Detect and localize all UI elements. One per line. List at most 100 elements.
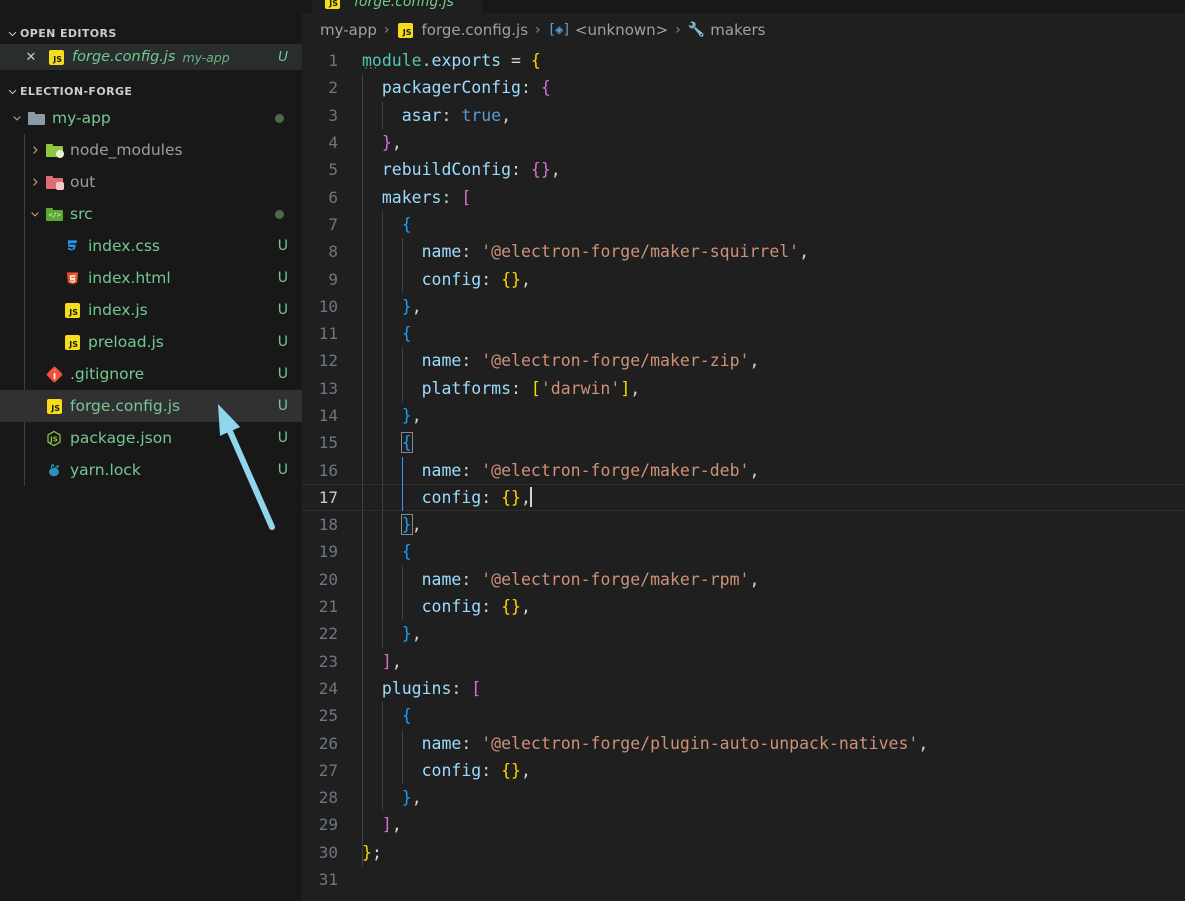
tree-item-gitignore[interactable]: .gitignore U [0,358,302,390]
line-number: 15 [318,433,338,453]
code-editor-content[interactable]: 1 module.exports = {2 packagerConfig: {3 … [302,47,1185,894]
code-token: : [461,733,482,753]
code-token: : [461,569,482,589]
chevron-down-icon[interactable] [8,112,26,124]
breadcrumb-label: makers [710,21,766,39]
tree-item-preload-js[interactable]: JS preload.js U [0,326,302,358]
tree-item-package-json[interactable]: JS package.json U [0,422,302,454]
tree-item-label: index.js [88,301,148,319]
code-line[interactable]: 8 name: '@electron-forge/maker-squirrel'… [302,238,1185,265]
code-line[interactable]: 18 }, [302,511,1185,538]
code-line-text: }; [360,843,382,862]
code-line[interactable]: 5 rebuildConfig: {}, [302,156,1185,183]
code-line[interactable]: 14 }, [302,402,1185,429]
code-line-text: { [360,215,412,234]
code-line[interactable]: 12 name: '@electron-forge/maker-zip', [302,347,1185,374]
tree-item-out[interactable]: out [0,166,302,198]
code-line[interactable]: 21 config: {}, [302,593,1185,620]
code-token: , [520,597,531,617]
code-line[interactable]: 20 name: '@electron-forge/maker-rpm', [302,566,1185,593]
breadcrumb-item-makers[interactable]: 🔧 makers [688,21,766,39]
code-line[interactable]: 13 platforms: ['darwin'], [302,375,1185,402]
breadcrumb-item-file[interactable]: JS forge.config.js [396,21,528,39]
chevron-right-icon[interactable] [26,176,44,188]
code-line-text: config: {}, [360,487,532,508]
code-line[interactable]: 3 asar: true, [302,102,1185,129]
editor-tab-forge-config[interactable]: JS forge.config.js [312,0,482,13]
vscode-window: OPEN EDITORS ✕ JS forge.config.js my-app… [0,0,1185,901]
breadcrumb-item-unknown[interactable]: [◈] <unknown> [548,21,669,39]
code-line[interactable]: 27 config: {}, [302,757,1185,784]
tree-item-index-css[interactable]: index.css U [0,230,302,262]
chevron-right-icon[interactable] [26,144,44,156]
code-token: { [540,78,551,98]
code-token: config [421,597,482,617]
tree-item-index-js[interactable]: JS index.js U [0,294,302,326]
tree-item-node-modules[interactable]: node_modules [0,134,302,166]
close-icon[interactable]: ✕ [22,48,40,66]
code-line[interactable]: 22 }, [302,620,1185,647]
chevron-down-icon[interactable] [26,208,44,220]
line-number: 23 [318,651,338,671]
code-token: : [481,760,502,780]
chevron-down-icon [4,83,20,99]
git-status-badge: U [277,366,288,382]
open-editors-section-header[interactable]: OPEN EDITORS [0,22,302,44]
code-line[interactable]: 28 }, [302,784,1185,811]
editor-tabbar: JS forge.config.js [302,0,1185,13]
tree-item-label: out [70,173,96,191]
code-token: , [749,460,760,480]
code-line[interactable]: 19 { [302,538,1185,565]
code-line[interactable]: 29 ], [302,811,1185,838]
code-line[interactable]: 7 { [302,211,1185,238]
code-token: ] [620,378,631,398]
code-line[interactable]: 31 [302,866,1185,893]
open-editor-item[interactable]: ✕ JS forge.config.js my-app U [0,44,302,70]
breadcrumb-separator: › [535,22,541,38]
code-line[interactable]: 2 packagerConfig: { [302,74,1185,101]
line-number: 6 [328,187,338,207]
code-line[interactable]: 26 name: '@electron-forge/plugin-auto-un… [302,729,1185,756]
code-line[interactable]: 30}; [302,839,1185,866]
code-line[interactable]: 4 }, [302,129,1185,156]
code-line-text: platforms: ['darwin'], [360,378,641,398]
code-line[interactable]: 15 { [302,429,1185,456]
line-number: 10 [318,296,338,316]
code-line[interactable]: 11 { [302,320,1185,347]
code-token: {} [501,269,521,289]
tree-item-index-html[interactable]: index.html U [0,262,302,294]
tree-item-yarn-lock[interactable]: yarn.lock U [0,454,302,486]
code-line[interactable]: 10 }, [302,293,1185,320]
code-token: , [520,760,531,780]
code-line[interactable]: 9 config: {}, [302,265,1185,292]
js-file-icon: JS [44,397,64,415]
tree-item-src[interactable]: </> src [0,198,302,230]
line-number: 28 [318,788,338,808]
code-line[interactable]: 17 config: {}, [302,484,1185,511]
code-line-text: rebuildConfig: {}, [360,160,561,179]
tree-item-forge-config-js[interactable]: JS forge.config.js U [0,390,302,422]
explorer-section-header[interactable]: ELECTION-FORGE [0,80,302,102]
code-line[interactable]: 23 ], [302,648,1185,675]
folder-open-icon [26,109,46,127]
code-line[interactable]: 24 plugins: [ [302,675,1185,702]
js-file-icon: JS [396,21,414,39]
code-token: { [530,51,541,71]
code-token: {} [501,597,521,617]
line-number: 29 [318,815,338,835]
code-line[interactable]: 16 name: '@electron-forge/maker-deb', [302,456,1185,483]
code-token: } [401,406,412,425]
tree-item-my-app[interactable]: my-app [0,102,302,134]
code-line[interactable]: 25 { [302,702,1185,729]
breadcrumb-item-my-app[interactable]: my-app [320,21,377,39]
code-line[interactable]: 1 module.exports = { [302,47,1185,74]
line-number: 22 [318,624,338,644]
code-line[interactable]: 6 makers: [ [302,183,1185,210]
